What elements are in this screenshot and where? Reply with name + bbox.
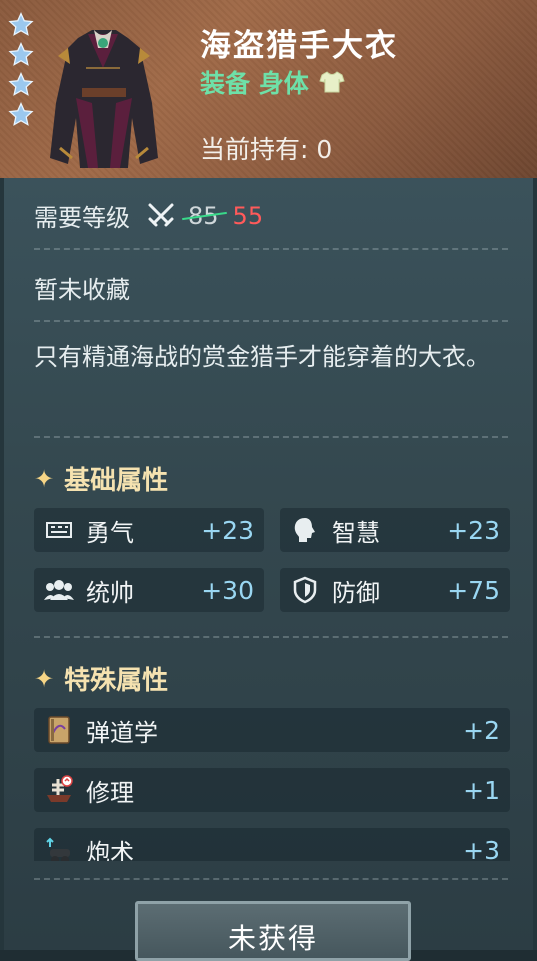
- level-requirement-label: 需要等级: [34, 204, 130, 232]
- stat-command: 统帅 +30: [34, 568, 264, 612]
- stat-name: 弹道学: [86, 718, 158, 747]
- special-repair: 修理 +1: [34, 768, 510, 812]
- stat-name: 统帅: [86, 578, 134, 607]
- stat-name: 勇气: [86, 518, 134, 547]
- repair-ship-icon: [44, 775, 74, 805]
- special-attributes-label: 特殊属性: [64, 666, 169, 696]
- stat-value: +3: [463, 835, 500, 862]
- shirt-icon: [319, 71, 345, 93]
- stat-value: +75: [447, 575, 500, 605]
- crossed-swords-icon: [148, 203, 174, 226]
- special-attributes-list[interactable]: 弹道学 +2 修理 +1 炮术 +3: [34, 698, 510, 861]
- stat-name: 智慧: [332, 518, 380, 547]
- stat-wisdom: 智慧 +23: [280, 508, 510, 552]
- divider: [34, 248, 508, 250]
- stat-name: 防御: [332, 578, 380, 607]
- collection-status: 暂未收藏: [34, 276, 130, 304]
- courage-icon: [44, 515, 74, 545]
- command-icon: [44, 575, 74, 605]
- stat-value: +30: [201, 575, 254, 605]
- divider: [34, 320, 508, 322]
- cannon-icon: [44, 835, 74, 861]
- star-rating: [8, 12, 36, 132]
- sparkle-icon: ✦: [34, 664, 55, 693]
- divider: [34, 436, 508, 438]
- item-name: 海盗猎手大衣: [200, 28, 398, 64]
- stat-courage: 勇气 +23: [34, 508, 264, 552]
- star-icon: [8, 12, 34, 36]
- star-icon: [8, 42, 34, 66]
- divider: [34, 636, 508, 638]
- basic-attributes-title: ✦ 基础属性: [34, 460, 168, 497]
- sparkle-icon: ✦: [34, 464, 55, 493]
- ballistics-book-icon: [44, 715, 74, 745]
- star-icon: [8, 102, 34, 126]
- stat-name: 炮术: [86, 838, 134, 862]
- stat-value: +2: [463, 715, 500, 745]
- item-category: 装备 身体: [200, 64, 345, 100]
- divider: [34, 878, 508, 880]
- old-level: 85: [188, 201, 219, 230]
- item-description: 只有精通海战的赏金猎手才能穿着的大衣。: [34, 343, 490, 371]
- stat-value: +23: [201, 515, 254, 545]
- held-count: 当前持有: 0: [200, 135, 333, 164]
- stat-value: +1: [463, 775, 500, 805]
- stat-defense: 防御 +75: [280, 568, 510, 612]
- stat-name: 修理: [86, 778, 134, 807]
- stat-value: +23: [447, 515, 500, 545]
- not-obtained-button[interactable]: 未获得: [135, 901, 411, 961]
- pirate-coat-icon: [50, 30, 158, 168]
- item-detail-panel: 需要等级 85 55 暂未收藏 只有精通海战的赏金猎手才能穿着的大衣。 ✦ 基础…: [0, 178, 537, 961]
- level-requirement: 需要等级 85 55: [34, 198, 263, 233]
- basic-attributes-label: 基础属性: [64, 466, 169, 496]
- special-attributes-title: ✦ 特殊属性: [34, 660, 168, 697]
- wisdom-icon: [290, 515, 320, 545]
- shield-icon: [290, 575, 320, 605]
- item-header: 海盗猎手大衣 装备 身体 当前持有: 0: [0, 0, 537, 178]
- special-ballistics: 弹道学 +2: [34, 708, 510, 752]
- star-icon: [8, 72, 34, 96]
- special-gunnery: 炮术 +3: [34, 828, 510, 861]
- item-category-label: 装备 身体: [200, 69, 309, 98]
- new-level: 55: [232, 201, 264, 230]
